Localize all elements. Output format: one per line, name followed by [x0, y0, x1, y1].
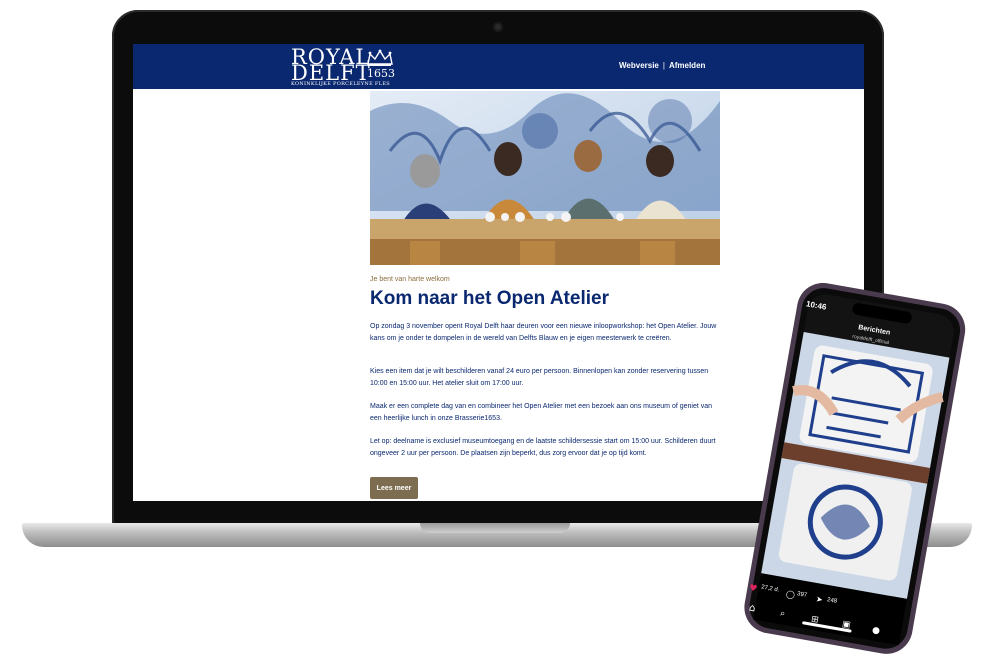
welcome-eyebrow: Je bent van harte welkom: [370, 276, 450, 283]
nav-afmelden-link[interactable]: Afmelden: [669, 61, 705, 70]
paragraph-combine: Maak er een complete dag van en combinee…: [370, 403, 713, 422]
hero-image: [370, 91, 720, 265]
paragraph-intro: Op zondag 3 november opent Royal Delft h…: [370, 323, 717, 342]
nav-webversie-link[interactable]: Webversie: [619, 61, 659, 70]
heart-icon[interactable]: ♥: [748, 583, 758, 594]
read-more-button[interactable]: Lees meer: [370, 477, 418, 499]
paragraph-pricing: Kies een item dat je wilt beschilderen v…: [370, 368, 709, 387]
phone-mockup: 10:46 Berichten royaldelft_official ♥ 27…: [724, 282, 985, 663]
royal-delft-logo[interactable]: ROYAL DELFT 1653 KONINKLIJKE PORCELEYNE …: [291, 47, 401, 88]
reels-icon[interactable]: ▣: [841, 619, 851, 630]
send-icon[interactable]: ➤: [815, 594, 823, 604]
header-nav: Webversie | Afmelden: [619, 61, 705, 70]
nav-separator: |: [662, 61, 665, 70]
logo-delft-text: DELFT: [291, 61, 371, 85]
page-title: Kom naar het Open Atelier: [370, 288, 609, 309]
site-header: ROYAL DELFT 1653 KONINKLIJKE PORCELEYNE …: [133, 44, 864, 89]
crown-icon: [367, 49, 393, 66]
comment-icon[interactable]: ◯: [785, 589, 795, 599]
profile-icon[interactable]: ●: [871, 625, 880, 636]
logo-tagline: KONINKLIJKE PORCELEYNE FLES: [291, 81, 390, 87]
laptop-notch: [420, 523, 570, 533]
logo-year-text: 1653: [367, 67, 395, 80]
laptop-camera: [493, 22, 503, 32]
paragraph-note: Let op: deelname is exclusief museumtoeg…: [370, 438, 716, 457]
